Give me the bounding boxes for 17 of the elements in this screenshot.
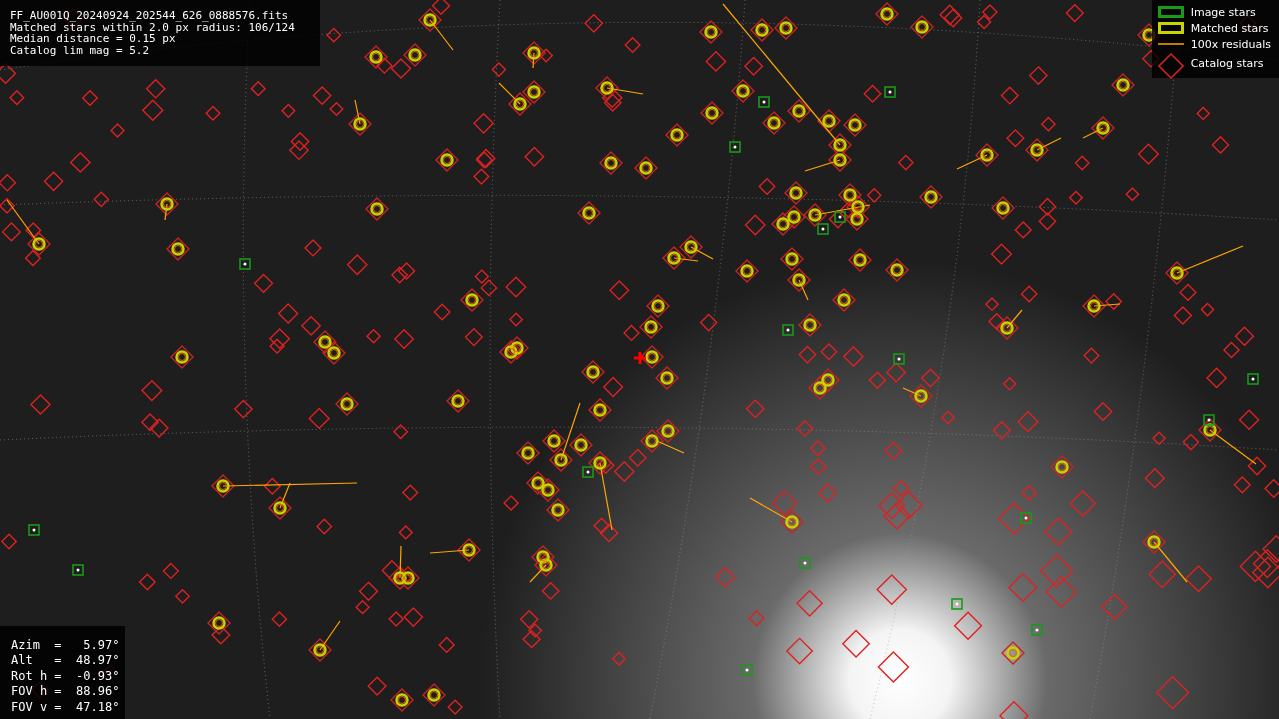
- header-line: Matched stars within 2.0 px radius: 106/124: [10, 21, 296, 33]
- legend-label: Matched stars: [1190, 21, 1269, 35]
- legend-label: 100x residuals: [1190, 37, 1271, 51]
- legend-label: Catalog stars: [1190, 56, 1264, 70]
- square-icon: [1157, 22, 1184, 34]
- header-line: Median distance = 0.15 px: [10, 33, 176, 45]
- line-icon: [1157, 42, 1184, 46]
- pointing-line: FOV v = 47.18°: [11, 699, 120, 715]
- pointing-line: Rot h = -0.93°: [11, 668, 120, 684]
- diamond-icon: [1157, 53, 1184, 79]
- legend-label: Image stars: [1190, 5, 1256, 19]
- header-line: FF_AU001Q_20240924_202544_626_0888576.fits: [10, 10, 290, 22]
- header-line: Catalog lim mag = 5.2: [10, 44, 151, 56]
- square-icon: [1157, 6, 1184, 18]
- pointing-line: Azim = 5.97°: [11, 637, 120, 653]
- pointing-line: Alt = 48.97°: [11, 653, 120, 669]
- pointing-line: FOV h = 88.96°: [11, 684, 120, 700]
